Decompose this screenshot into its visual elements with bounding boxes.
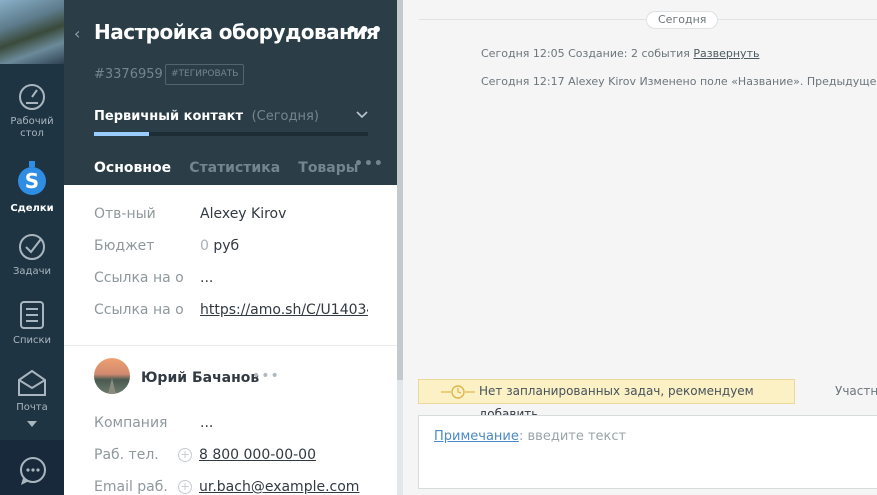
- tab-main[interactable]: Основное: [94, 160, 172, 188]
- stage-name: Первичный контакт: [94, 109, 244, 124]
- note-composer[interactable]: Примечание : введите текст: [418, 415, 877, 489]
- nav-more[interactable]: [0, 420, 64, 432]
- field-payment-link-2: Ссылка на оплату https://amo.sh/C/U14034…: [94, 299, 374, 331]
- contact-fields: Компания ... Раб. тел. + 8 800 000-00-00…: [94, 413, 374, 495]
- nav-mail-label: Почта: [16, 402, 48, 413]
- main-nav-rail: Рабочий стол S Сделки Задачи Списки Почт…: [0, 0, 64, 495]
- dashboard-icon: [19, 84, 45, 110]
- section-divider: [64, 345, 397, 346]
- nav-tasks-label: Задачи: [13, 266, 51, 277]
- field-label: Email раб.: [94, 479, 168, 495]
- contact-field-email: Email раб. + ur.bach@example.com: [94, 477, 374, 495]
- feed-event-renamed: Сегодня 12:17 Alexey Kirov Изменено поле…: [481, 75, 877, 88]
- email-link[interactable]: ur.bach@example.com: [199, 479, 359, 495]
- lists-icon: [20, 301, 44, 329]
- budget-value[interactable]: 0 руб: [200, 238, 368, 254]
- lead-id: #3376959: [94, 67, 163, 82]
- lead-header: ‹ Настройка оборудования ••• #3376959 #Т…: [64, 0, 397, 188]
- back-arrow-icon[interactable]: ‹: [74, 24, 80, 43]
- nav-lists[interactable]: Списки: [0, 299, 64, 347]
- field-value[interactable]: Alexey Kirov: [200, 206, 368, 222]
- stage-progress-fill: [94, 132, 149, 136]
- phone-link[interactable]: 8 800 000-00-00: [199, 447, 316, 463]
- contact-avatar[interactable]: [94, 358, 130, 394]
- lead-more-menu-icon[interactable]: •••: [346, 20, 384, 41]
- field-budget: Бюджет 0 руб: [94, 235, 374, 267]
- nav-deals-label: Сделки: [10, 203, 54, 214]
- field-payment-link-1: Ссылка на оплату ...: [94, 267, 374, 299]
- nav-mail[interactable]: Почта: [0, 368, 64, 414]
- budget-currency: руб: [213, 238, 240, 254]
- field-label: Бюджет: [94, 238, 155, 254]
- tab-products[interactable]: Товары: [298, 160, 358, 188]
- lead-title[interactable]: Настройка оборудования: [94, 20, 379, 44]
- chat-icon: [20, 457, 46, 485]
- event-text: Сегодня 12:17 Alexey Kirov Изменено поле…: [481, 75, 877, 88]
- svg-text:S: S: [25, 169, 39, 193]
- no-tasks-notice: Нет запланированных задач, рекомендуем д…: [418, 379, 795, 421]
- tag-button[interactable]: #ТЕГИРОВАТЬ: [165, 64, 245, 85]
- tasks-icon: [19, 234, 45, 260]
- field-value[interactable]: ...: [200, 415, 213, 431]
- field-value[interactable]: ...: [200, 270, 368, 286]
- feed-event-created: Сегодня 12:05 Создание: 2 события Развер…: [481, 47, 759, 60]
- activity-feed: Сегодня Сегодня 12:05 Создание: 2 событи…: [403, 0, 877, 495]
- account-avatar[interactable]: [0, 0, 64, 64]
- no-tasks-text: Нет запланированных задач, рекомендуем: [479, 384, 754, 398]
- mail-icon: [18, 369, 46, 396]
- nav-dashboard[interactable]: Рабочий стол: [0, 82, 64, 140]
- deals-icon: S: [18, 161, 46, 195]
- tab-statistics[interactable]: Статистика: [189, 160, 280, 188]
- nav-dashboard-label-2: стол: [20, 128, 44, 139]
- participants-label[interactable]: Участни: [835, 384, 877, 398]
- payment-link[interactable]: https://amo.sh/C/U14034/: [200, 302, 368, 318]
- day-separator-label: Сегодня: [646, 11, 719, 29]
- stage-progress-bar: [94, 132, 368, 136]
- budget-amount: 0: [200, 238, 209, 254]
- field-responsible: Отв-ный Alexey Kirov: [94, 203, 374, 235]
- contact-field-phone: Раб. тел. + 8 800 000-00-00: [94, 445, 374, 477]
- add-phone-icon[interactable]: +: [178, 448, 192, 462]
- stage-chevron-down-icon[interactable]: [356, 111, 368, 119]
- contact-name[interactable]: Юрий Бачанов: [141, 370, 259, 386]
- expand-link[interactable]: Развернуть: [693, 47, 759, 60]
- contact-photo-icon: [108, 378, 116, 394]
- add-email-icon[interactable]: +: [178, 480, 192, 494]
- clock-icon: [441, 385, 475, 399]
- lead-tabs: Основное Статистика Товары: [94, 157, 371, 188]
- pipeline-stage-selector[interactable]: Первичный контакт (Сегодня): [94, 109, 319, 124]
- composer-placeholder[interactable]: : введите текст: [519, 429, 626, 444]
- chevron-down-icon: [27, 421, 37, 427]
- nav-tasks[interactable]: Задачи: [0, 232, 64, 278]
- field-label: Отв-ный: [94, 206, 156, 222]
- contact-more-icon[interactable]: •••: [252, 368, 280, 384]
- nav-dashboard-label-1: Рабочий: [10, 116, 54, 127]
- lead-fields: Отв-ный Alexey Kirov Бюджет 0 руб Ссылка…: [94, 203, 374, 331]
- composer-type-selector[interactable]: Примечание: [434, 429, 519, 444]
- nav-deals[interactable]: S Сделки: [0, 161, 64, 215]
- stage-when: (Сегодня): [251, 109, 319, 124]
- nav-lists-label: Списки: [12, 335, 52, 346]
- field-label: Ссылка на оплату: [94, 302, 184, 318]
- field-label: Компания: [94, 415, 168, 431]
- event-text: Сегодня 12:05 Создание: 2 события: [481, 47, 690, 60]
- field-label: Раб. тел.: [94, 447, 159, 463]
- lead-card-panel: ‹ Настройка оборудования ••• #3376959 #Т…: [64, 0, 397, 495]
- chat-button[interactable]: [0, 440, 64, 495]
- contact-field-company: Компания ...: [94, 413, 374, 445]
- tabs-more-icon[interactable]: •••: [354, 156, 384, 172]
- field-label: Ссылка на оплату: [94, 270, 184, 286]
